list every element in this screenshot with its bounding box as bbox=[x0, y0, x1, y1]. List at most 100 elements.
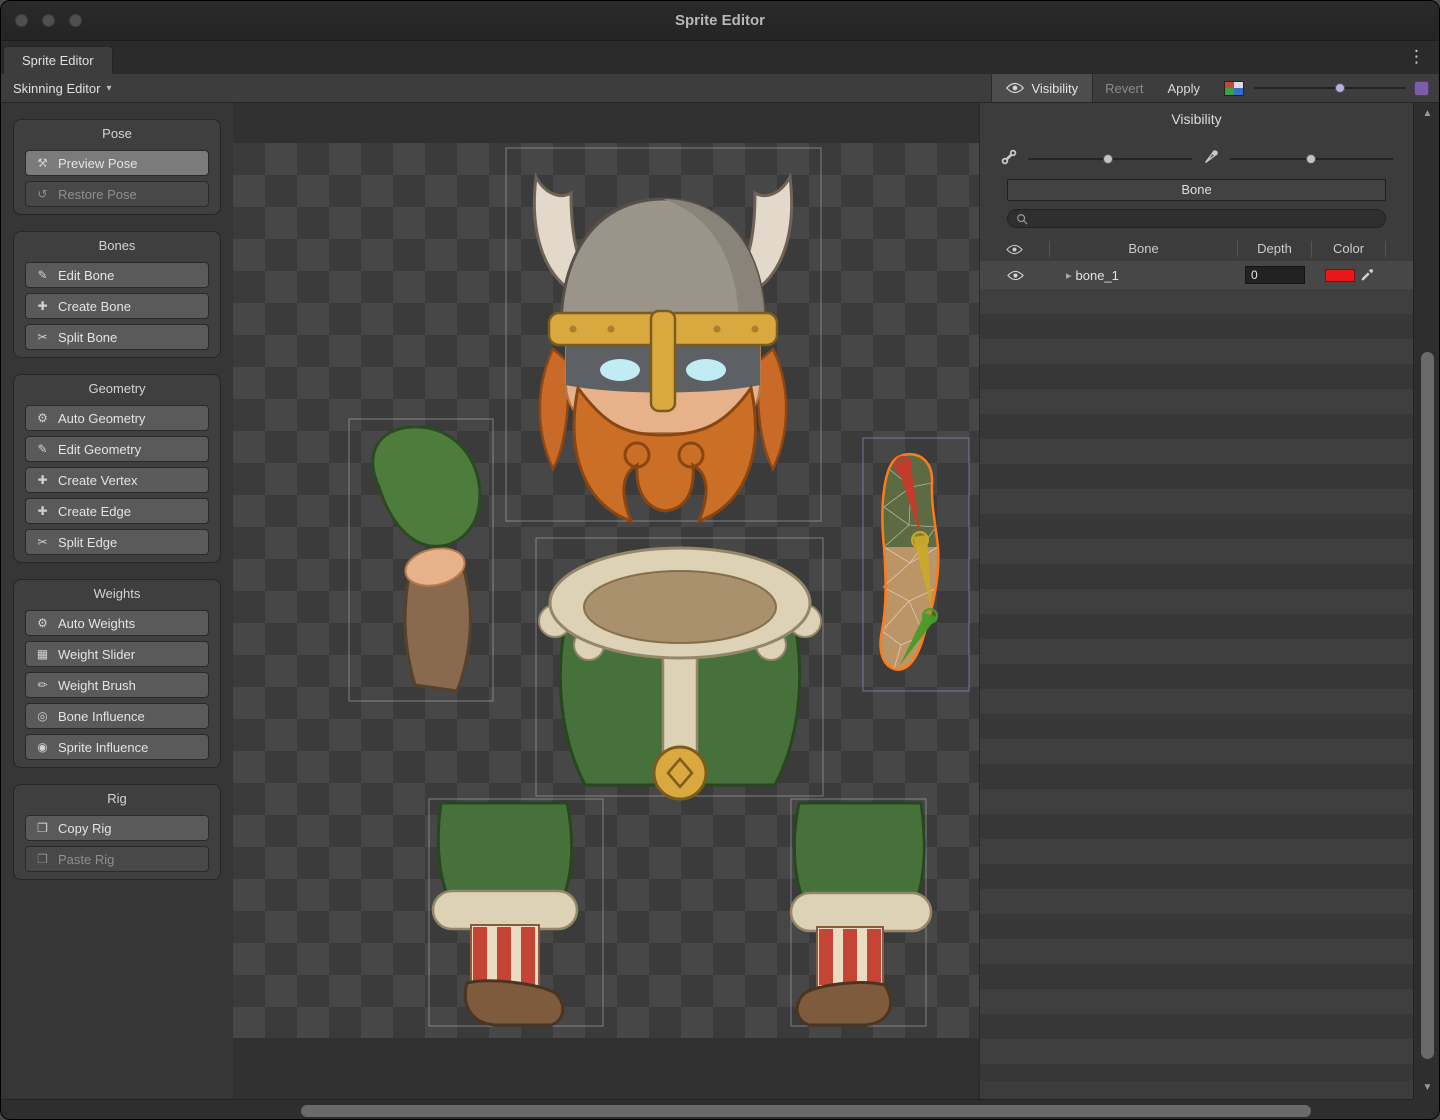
slider-thumb[interactable] bbox=[1306, 154, 1316, 164]
restore-pose-button[interactable]: ↺ Restore Pose bbox=[25, 181, 209, 207]
titlebar: Sprite Editor bbox=[1, 1, 1439, 41]
eye-icon bbox=[1006, 244, 1023, 255]
stripe bbox=[819, 929, 833, 985]
edit-geometry-icon: ✎ bbox=[35, 442, 50, 456]
bone-influence-button[interactable]: ◎ Bone Influence bbox=[25, 703, 209, 729]
split-edge-button[interactable]: ✂ Split Edge bbox=[25, 529, 209, 555]
eye-icon[interactable] bbox=[1007, 270, 1024, 281]
scroll-up-arrow[interactable]: ▲ bbox=[1414, 105, 1440, 123]
button-label: Create Edge bbox=[58, 504, 131, 519]
bone-green-joint[interactable] bbox=[923, 609, 937, 623]
bone-influence-icon: ◎ bbox=[35, 709, 50, 723]
restore-pose-icon: ↺ bbox=[35, 187, 50, 201]
sprite-canvas[interactable] bbox=[233, 143, 979, 1038]
create-edge-button[interactable]: ✚ Create Edge bbox=[25, 498, 209, 524]
preview-pose-icon: ⚒ bbox=[35, 156, 50, 170]
copy-rig-button[interactable]: ❐ Copy Rig bbox=[25, 815, 209, 841]
header-bone[interactable]: Bone bbox=[1050, 241, 1238, 257]
button-label: Auto Weights bbox=[58, 616, 135, 631]
row-bone-cell[interactable]: ▸ bone_1 bbox=[1050, 268, 1238, 283]
button-label: Split Edge bbox=[58, 535, 117, 550]
overlay-color-chip[interactable] bbox=[1414, 81, 1429, 96]
sprite-opacity-slider[interactable] bbox=[1254, 81, 1406, 95]
bone-tab-button[interactable]: Bone bbox=[1007, 179, 1386, 201]
button-label: Create Bone bbox=[58, 299, 131, 314]
tab-sprite-editor[interactable]: Sprite Editor bbox=[3, 46, 113, 74]
slider-thumb[interactable] bbox=[1103, 154, 1113, 164]
mesh-opacity-icon bbox=[1202, 148, 1220, 171]
slider-thumb[interactable] bbox=[1335, 83, 1345, 93]
split-bone-button[interactable]: ✂ Split Bone bbox=[25, 324, 209, 350]
selected-arm-sprite[interactable] bbox=[881, 454, 939, 669]
bone-search-field[interactable] bbox=[1007, 209, 1386, 228]
bone-opacity-slider[interactable] bbox=[1028, 152, 1192, 166]
preview-pose-button[interactable]: ⚒ Preview Pose bbox=[25, 150, 209, 176]
apply-button[interactable]: Apply bbox=[1155, 74, 1212, 102]
slider-track bbox=[1254, 87, 1406, 89]
boot bbox=[465, 981, 563, 1025]
auto-geometry-button[interactable]: ⚙ Auto Geometry bbox=[25, 405, 209, 431]
right-leg-sprite[interactable] bbox=[791, 803, 931, 1025]
vertical-scrollbar[interactable]: ▲ ▼ bbox=[1413, 103, 1440, 1099]
horizontal-scrollbar[interactable] bbox=[1, 1099, 1413, 1120]
mitten-arm-sprite[interactable] bbox=[373, 427, 480, 691]
group-title: Pose bbox=[14, 120, 220, 145]
create-edge-icon: ✚ bbox=[35, 504, 50, 518]
group-title: Weights bbox=[14, 580, 220, 605]
more-options-icon[interactable]: ⋮ bbox=[1408, 47, 1425, 67]
button-label: Auto Geometry bbox=[58, 411, 145, 426]
create-bone-button[interactable]: ✚ Create Bone bbox=[25, 293, 209, 319]
visibility-toggle-button[interactable]: Visibility bbox=[991, 74, 1093, 102]
editor-mode-label: Skinning Editor bbox=[13, 81, 100, 96]
revert-button[interactable]: Revert bbox=[1093, 74, 1155, 102]
sprite-sheet-color-icon[interactable] bbox=[1224, 81, 1244, 96]
button-label: Copy Rig bbox=[58, 821, 111, 836]
gold-buckle bbox=[654, 747, 706, 799]
bone-color-swatch[interactable] bbox=[1325, 269, 1355, 282]
stripe bbox=[521, 927, 535, 985]
bone-yellow-joint[interactable] bbox=[912, 532, 928, 548]
mitten bbox=[373, 427, 480, 546]
auto-weights-button[interactable]: ⚙ Auto Weights bbox=[25, 610, 209, 636]
horizontal-scroll-thumb[interactable] bbox=[301, 1105, 1311, 1117]
button-label: Bone Influence bbox=[58, 709, 145, 724]
edit-geometry-button[interactable]: ✎ Edit Geometry bbox=[25, 436, 209, 462]
weight-brush-icon: ✏ bbox=[35, 678, 50, 692]
head-sprite[interactable] bbox=[534, 177, 791, 521]
depth-input[interactable] bbox=[1245, 266, 1305, 284]
stripe bbox=[867, 929, 881, 985]
torso-sprite[interactable] bbox=[539, 548, 821, 799]
create-bone-icon: ✚ bbox=[35, 299, 50, 313]
vertical-scroll-thumb[interactable] bbox=[1421, 352, 1434, 1059]
group-title: Geometry bbox=[14, 375, 220, 400]
edit-bone-button[interactable]: ✎ Edit Bone bbox=[25, 262, 209, 288]
scrollbar-corner bbox=[1413, 1099, 1440, 1120]
left-leg-sprite[interactable] bbox=[433, 803, 577, 1025]
header-depth[interactable]: Depth bbox=[1238, 241, 1312, 257]
bone-red-joint[interactable] bbox=[895, 457, 911, 473]
create-vertex-button[interactable]: ✚ Create Vertex bbox=[25, 467, 209, 493]
editor-mode-dropdown[interactable]: Skinning Editor ▾ bbox=[1, 74, 123, 102]
button-label: Weight Slider bbox=[58, 647, 135, 662]
rivet bbox=[752, 326, 759, 333]
hair-left bbox=[540, 349, 568, 469]
scroll-down-arrow[interactable]: ▼ bbox=[1414, 1079, 1440, 1097]
rivet bbox=[570, 326, 577, 333]
window-title: Sprite Editor bbox=[1, 1, 1439, 41]
weight-slider-button[interactable]: ▦ Weight Slider bbox=[25, 641, 209, 667]
paste-rig-button[interactable]: ❐ Paste Rig bbox=[25, 846, 209, 872]
auto-weights-icon: ⚙ bbox=[35, 616, 50, 630]
bone-table-row[interactable]: ▸ bone_1 bbox=[980, 261, 1413, 289]
search-input[interactable] bbox=[1033, 211, 1377, 227]
mesh-opacity-slider[interactable] bbox=[1230, 152, 1394, 166]
hair-right bbox=[758, 349, 786, 469]
expander-icon[interactable]: ▸ bbox=[1066, 269, 1072, 282]
sprite-influence-button[interactable]: ◉ Sprite Influence bbox=[25, 734, 209, 760]
rivet bbox=[714, 326, 721, 333]
tool-sidebar: Pose ⚒ Preview Pose ↺ Restore Pose Bones… bbox=[1, 103, 233, 1099]
sprite-editor-window: Sprite Editor Sprite Editor ⋮ Skinning E… bbox=[0, 0, 1440, 1120]
eyedropper-icon[interactable] bbox=[1360, 268, 1374, 282]
weight-brush-button[interactable]: ✏ Weight Brush bbox=[25, 672, 209, 698]
header-color[interactable]: Color bbox=[1312, 241, 1386, 257]
row-visibility-cell[interactable] bbox=[980, 270, 1050, 281]
